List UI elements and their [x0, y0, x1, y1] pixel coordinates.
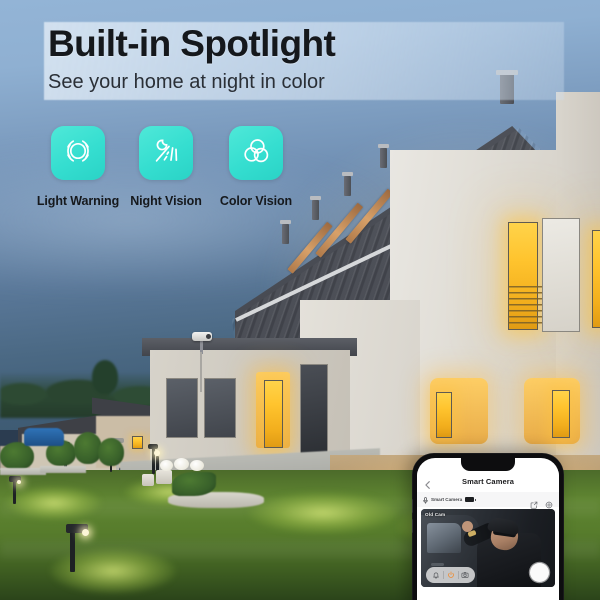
- device-name-label: Smart Camera: [431, 497, 463, 502]
- entry-door: [264, 380, 283, 448]
- device-subbar: Smart Camera: [417, 491, 559, 509]
- light-pool: [50, 548, 176, 594]
- planter-box: [156, 470, 172, 484]
- gear-icon[interactable]: [545, 496, 553, 508]
- app-title: Smart Camera: [461, 477, 515, 486]
- neighbour-window: [132, 436, 143, 449]
- phone-screen: Smart Camera Smart Camera Old Cam: [417, 458, 559, 600]
- video-vehicle-window: [427, 523, 461, 553]
- path-stone: [40, 466, 86, 473]
- facade-panel: [542, 218, 580, 332]
- chimney-cap: [342, 172, 353, 176]
- chimney: [282, 224, 289, 244]
- ornamental-grass: [172, 472, 216, 496]
- white-flower: [174, 458, 189, 470]
- light-pool: [248, 492, 398, 534]
- phone-notch: [461, 458, 515, 471]
- video-overlay-label: Old Cam: [425, 512, 446, 517]
- feature-tile: [139, 126, 193, 180]
- phone-volume-button[interactable]: [412, 519, 413, 533]
- screenshot-button[interactable]: [458, 569, 472, 581]
- chimney: [344, 176, 351, 196]
- phone-mockup: Smart Camera Smart Camera Old Cam: [412, 453, 564, 600]
- color-circles-icon: [240, 135, 272, 172]
- parked-vehicle: [24, 428, 64, 446]
- feature-label: Light Warning: [36, 194, 120, 208]
- siren-light-icon: [62, 135, 94, 172]
- page-title: Built-in Spotlight: [48, 23, 336, 64]
- far-tree: [92, 360, 118, 394]
- page-subtitle: See your home at night in color: [48, 71, 325, 93]
- chimney: [312, 200, 319, 220]
- app-navbar: Smart Camera: [417, 471, 559, 492]
- camera-pole: [200, 352, 202, 392]
- video-control-bar: [426, 567, 476, 583]
- bollard-bulb: [17, 480, 21, 484]
- feature-tile: [51, 126, 105, 180]
- video-vehicle-handle: [431, 563, 444, 566]
- lit-window: [552, 390, 570, 438]
- feature-item-night-vision: Night Vision: [122, 126, 210, 208]
- planter-box: [142, 474, 154, 486]
- chimney-cap: [280, 220, 291, 224]
- spotlight-button[interactable]: [444, 569, 458, 581]
- bollard-bulb: [154, 450, 160, 456]
- chimney: [380, 148, 387, 168]
- product-banner-canvas: Built-in Spotlight See your home at nigh…: [0, 0, 600, 600]
- garden-bollard-head: [148, 444, 158, 449]
- camera-lens-icon: [206, 334, 211, 339]
- record-button[interactable]: [530, 563, 549, 582]
- white-flower: [190, 460, 204, 471]
- alarm-button[interactable]: [429, 569, 443, 581]
- chimney-cap: [310, 196, 321, 200]
- hedge-shrub: [98, 438, 124, 466]
- battery-icon: [465, 497, 476, 502]
- white-flower: [160, 460, 173, 471]
- porch-window: [166, 378, 198, 438]
- chimney-cap: [378, 144, 389, 148]
- lit-window: [436, 392, 452, 438]
- phone-volume-button[interactable]: [412, 499, 413, 513]
- feature-item-light-warning: Light Warning: [34, 126, 122, 208]
- feature-tile: [229, 126, 283, 180]
- chevron-left-icon[interactable]: [423, 477, 433, 489]
- garden-bollard-light: [70, 530, 75, 572]
- moon-night-vision-icon: [150, 135, 182, 172]
- feature-item-color-vision: Color Vision: [210, 126, 302, 208]
- feature-list: Light Warning Night Vision Color Vision: [34, 126, 302, 208]
- microphone-icon[interactable]: [423, 491, 428, 509]
- live-video-feed[interactable]: Old Cam: [421, 509, 555, 587]
- feature-label: Night Vision: [130, 194, 202, 208]
- hedge-shrub: [0, 442, 34, 470]
- porch-opening: [300, 364, 328, 456]
- share-square-icon[interactable]: [530, 496, 538, 509]
- garden-bollard-light: [13, 480, 16, 504]
- app-content-area: [417, 587, 559, 600]
- porch-window: [204, 378, 236, 438]
- light-pool: [6, 486, 102, 520]
- lit-window: [592, 230, 600, 328]
- bollard-bulb: [82, 529, 89, 536]
- feature-label: Color Vision: [219, 194, 293, 208]
